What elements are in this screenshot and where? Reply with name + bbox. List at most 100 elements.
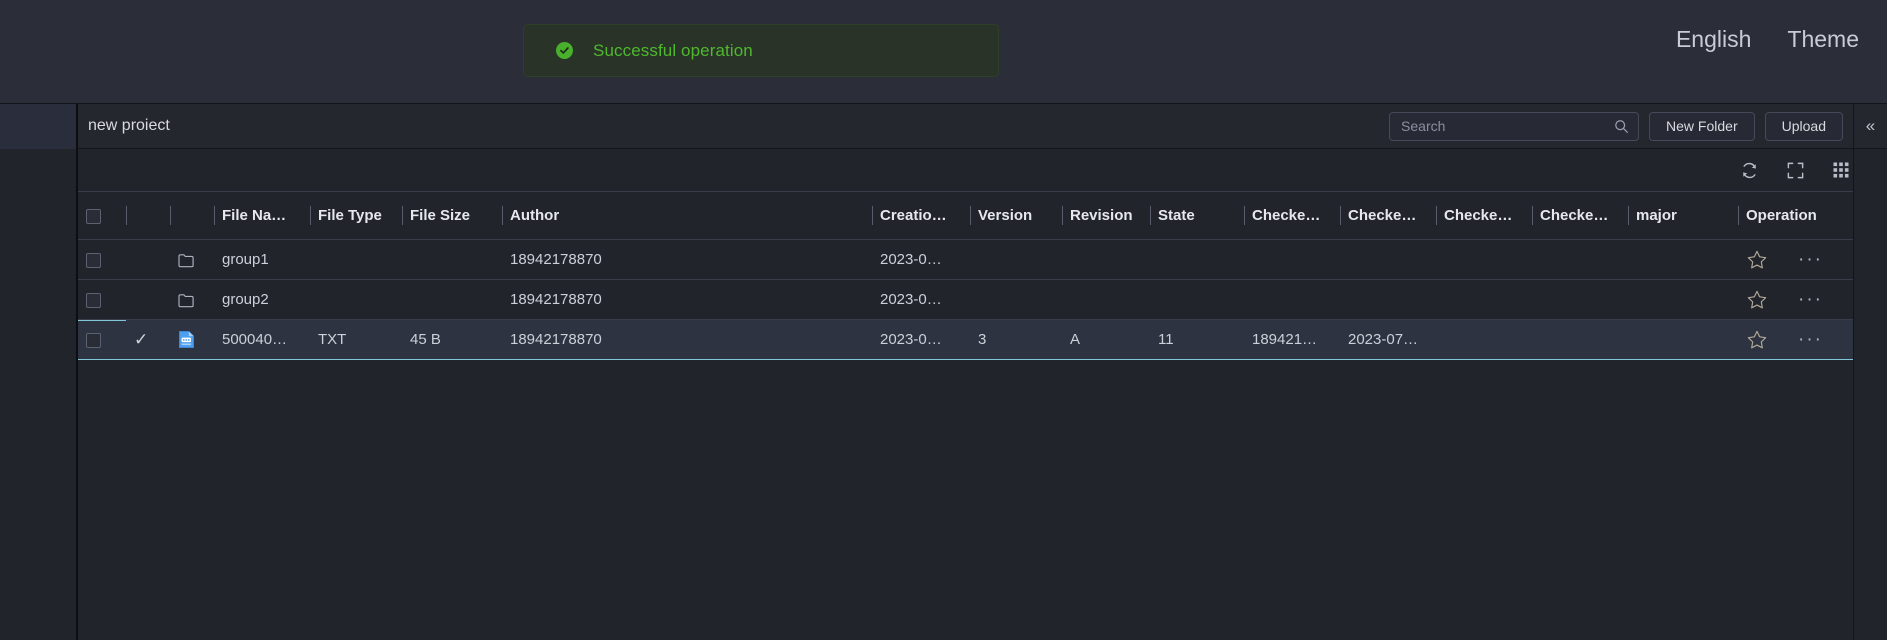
table-row[interactable]: group1 18942178870 2023-0… ···	[78, 239, 1887, 280]
row-checkbox[interactable]	[86, 332, 101, 348]
column-divider	[1532, 206, 1533, 225]
checked-out-check-icon: ✓	[134, 329, 149, 349]
left-sidebar	[0, 104, 78, 640]
search-box[interactable]	[1389, 111, 1640, 141]
star-icon[interactable]	[1746, 329, 1768, 351]
column-divider	[502, 206, 503, 225]
cell-revision: A	[1062, 319, 1150, 360]
column-header-checked2[interactable]: Checke…	[1340, 191, 1436, 240]
upload-button[interactable]: Upload	[1764, 111, 1843, 141]
column-header-checked1[interactable]: Checke…	[1244, 191, 1340, 240]
cell-version: 3	[970, 319, 1062, 360]
column-divider	[310, 206, 311, 225]
column-header-check[interactable]	[126, 191, 170, 240]
column-header-select[interactable]	[78, 191, 126, 240]
theme-switcher[interactable]: Theme	[1787, 28, 1859, 51]
fullscreen-icon[interactable]	[1785, 160, 1805, 180]
column-divider	[1628, 206, 1629, 225]
cell-major	[1628, 319, 1738, 360]
column-header-icon[interactable]	[170, 191, 214, 240]
cell-checked3	[1436, 319, 1532, 360]
cell-select[interactable]	[78, 319, 126, 360]
text-file-icon	[178, 330, 195, 349]
column-settings-icon[interactable]	[1831, 160, 1851, 180]
cell-operation[interactable]: ···	[1738, 239, 1887, 280]
cell-checked1	[1244, 239, 1340, 280]
cell-state	[1150, 239, 1244, 280]
cell-check	[126, 239, 170, 280]
column-header-major[interactable]: major	[1628, 191, 1738, 240]
new-folder-button[interactable]: New Folder	[1649, 111, 1755, 141]
column-header-label: Checke…	[1252, 207, 1321, 224]
cell-checked1	[1244, 279, 1340, 320]
cell-select[interactable]	[78, 239, 126, 280]
cell-author: 18942178870	[502, 279, 872, 320]
cell-checked3	[1436, 239, 1532, 280]
cell-checked4	[1532, 319, 1628, 360]
cell-operation[interactable]: ···	[1738, 319, 1887, 360]
cell-check	[126, 279, 170, 320]
column-header-label: Revision	[1070, 207, 1133, 224]
column-header-label: Author	[510, 207, 560, 224]
column-divider	[402, 206, 403, 225]
row-checkbox[interactable]	[86, 252, 101, 268]
refresh-icon[interactable]	[1739, 160, 1759, 180]
column-header-filename[interactable]: File Na…	[214, 191, 310, 240]
collapse-panel-icon[interactable]: «	[1853, 103, 1887, 149]
main-content: new proiect New Folder Upload	[78, 103, 1887, 640]
column-header-filesize[interactable]: File Size	[402, 191, 502, 240]
column-header-author[interactable]: Author	[502, 191, 872, 240]
column-header-label: File Size	[410, 207, 471, 224]
column-header-checked4[interactable]: Checke…	[1532, 191, 1628, 240]
ellipsis-icon[interactable]: ···	[1798, 290, 1823, 309]
table-header: File Na… File Type File Size Author Creatio……	[78, 191, 1887, 240]
folder-icon	[178, 293, 195, 308]
table-row[interactable]: ✓ 500040… TXT 45 B 18942178870 2023-0… 3 A 11 189…	[78, 319, 1887, 360]
column-header-checked3[interactable]: Checke…	[1436, 191, 1532, 240]
toast-message: Successful operation	[593, 40, 753, 60]
row-operations: ···	[1746, 329, 1879, 351]
column-divider	[1738, 206, 1739, 225]
column-header-revision[interactable]: Revision	[1062, 191, 1150, 240]
topbar-actions: English Theme	[1676, 28, 1859, 51]
ellipsis-icon[interactable]: ···	[1798, 250, 1823, 269]
column-header-version[interactable]: Version	[970, 191, 1062, 240]
column-divider	[126, 206, 127, 225]
column-header-operation[interactable]: Operation	[1738, 191, 1887, 240]
cell-creation: 2023-0…	[872, 319, 970, 360]
table-toolbar	[78, 149, 1887, 191]
column-header-label: Creatio…	[880, 207, 947, 224]
cell-revision	[1062, 239, 1150, 280]
select-all-checkbox[interactable]	[86, 208, 101, 224]
sidebar-active-indicator[interactable]	[0, 104, 76, 149]
cell-major	[1628, 279, 1738, 320]
column-header-label: State	[1158, 207, 1195, 224]
star-icon[interactable]	[1746, 289, 1768, 311]
breadcrumb: new proiect	[88, 117, 170, 134]
cell-select[interactable]	[78, 279, 126, 320]
table-body: group1 18942178870 2023-0… ··· group2 1894217…	[78, 239, 1887, 360]
check-circle-icon	[556, 42, 573, 59]
column-divider	[214, 206, 215, 225]
column-header-state[interactable]: State	[1150, 191, 1244, 240]
star-icon[interactable]	[1746, 249, 1768, 271]
search-input[interactable]	[1401, 118, 1615, 134]
column-header-label: File Type	[318, 207, 382, 224]
language-switcher[interactable]: English	[1676, 28, 1751, 51]
cell-operation[interactable]: ···	[1738, 279, 1887, 320]
row-checkbox[interactable]	[86, 292, 101, 308]
column-header-filetype[interactable]: File Type	[310, 191, 402, 240]
cell-icon	[170, 279, 214, 320]
column-header-creation[interactable]: Creatio…	[872, 191, 970, 240]
cell-filesize	[402, 239, 502, 280]
ellipsis-icon[interactable]: ···	[1798, 330, 1823, 349]
table-header-row: File Na… File Type File Size Author Creatio……	[78, 191, 1887, 240]
table-row[interactable]: group2 18942178870 2023-0… ···	[78, 279, 1887, 320]
column-header-label: Version	[978, 207, 1033, 224]
search-icon[interactable]	[1614, 119, 1629, 134]
cell-filename: 500040…	[214, 319, 310, 360]
row-operations: ···	[1746, 289, 1879, 311]
cell-creation: 2023-0…	[872, 279, 970, 320]
cell-check: ✓	[126, 319, 170, 360]
cell-checked2	[1340, 239, 1436, 280]
